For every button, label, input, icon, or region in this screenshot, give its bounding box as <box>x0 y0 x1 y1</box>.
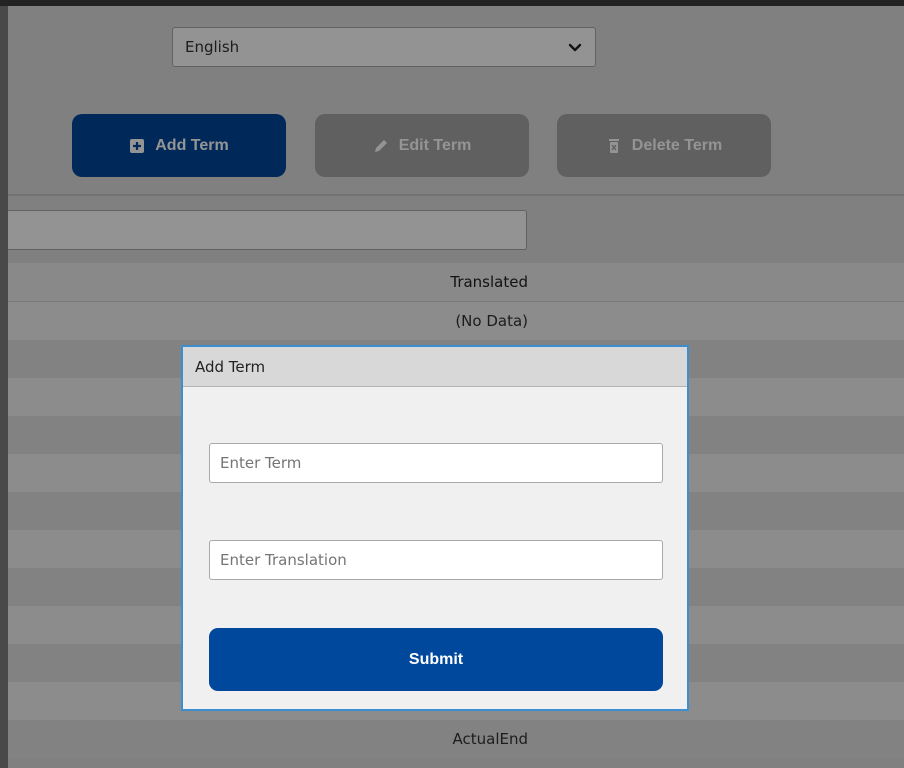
submit-label: Submit <box>408 650 464 668</box>
term-input[interactable] <box>209 443 663 483</box>
dialog-title: Add Term <box>183 347 687 387</box>
add-term-dialog: Add Term Submit <box>181 345 689 711</box>
translation-input[interactable] <box>209 540 663 580</box>
submit-button[interactable]: Submit <box>209 628 663 691</box>
